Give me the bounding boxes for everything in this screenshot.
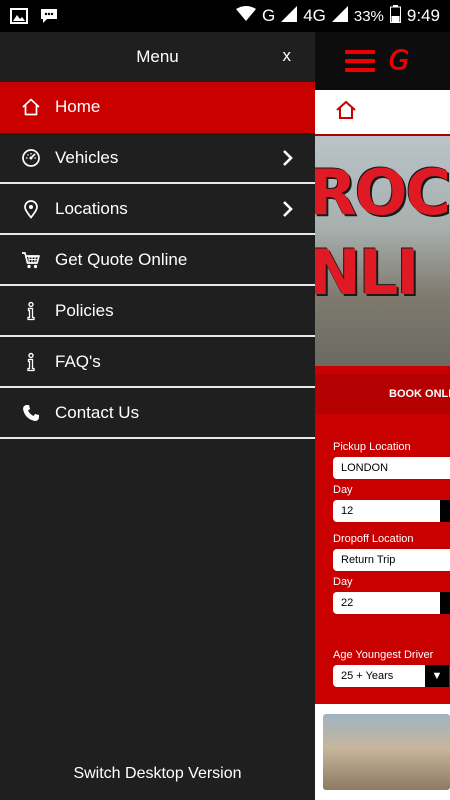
menu-item-label: FAQ's [55, 351, 101, 371]
battery-percent: 33% [353, 7, 384, 25]
hero-text-line1: ROC [315, 156, 450, 229]
menu-item-home[interactable]: Home [0, 82, 315, 133]
menu-item-get-quote[interactable]: Get Quote Online [0, 235, 315, 286]
speedometer-icon [20, 147, 42, 169]
phone-icon [20, 402, 42, 424]
book-online-button[interactable]: BOOK ONLIN [315, 374, 450, 414]
signal-icon-2 [331, 5, 348, 27]
menu-item-label: Vehicles [55, 147, 119, 167]
hero-text-line2: NLI [315, 236, 419, 309]
dropoff-day-field[interactable]: 22 [333, 592, 450, 614]
cart-icon [20, 249, 42, 271]
dropdown-arrow-icon[interactable]: ▼ [425, 665, 449, 687]
drawer-title: Menu [136, 47, 179, 66]
van-photo [323, 714, 450, 790]
hamburger-menu-icon[interactable] [345, 50, 375, 72]
menu-item-label: Policies [55, 300, 114, 320]
info-icon [20, 351, 42, 373]
promo-card [315, 704, 450, 800]
menu-item-label: Contact Us [55, 402, 140, 422]
image-notification-icon [10, 8, 28, 24]
age-driver-select[interactable]: 25 + Years [333, 665, 425, 687]
switch-desktop-version-link[interactable]: Switch Desktop Version [0, 765, 315, 783]
booking-form: Pickup Location LONDON Day 12 Dropoff Lo… [315, 414, 450, 687]
menu-item-label: Home [55, 96, 101, 116]
close-drawer-button[interactable]: x [283, 46, 292, 66]
app-header: 𝘎 [315, 32, 450, 90]
chat-notification-icon [40, 8, 58, 24]
menu-item-vehicles[interactable]: Vehicles [0, 133, 315, 184]
menu-item-policies[interactable]: Policies [0, 286, 315, 337]
location-pin-icon [20, 198, 42, 220]
wifi-icon [235, 5, 256, 27]
menu-item-faqs[interactable]: FAQ's [0, 337, 315, 388]
clock: 9:49 [406, 6, 440, 25]
pickup-location-field[interactable]: LONDON [333, 457, 450, 479]
chevron-right-icon [281, 148, 295, 168]
pickup-day-field[interactable]: 12 [333, 500, 450, 522]
dropoff-location-field[interactable]: Return Trip [333, 549, 450, 571]
brand-logo: 𝘎 [389, 46, 410, 75]
hero-banner: ROC NLI [315, 136, 450, 366]
battery-icon [389, 4, 401, 28]
chevron-right-icon [281, 199, 295, 219]
status-bar: G 4G 33% 9:49 [0, 0, 450, 32]
home-nav-icon[interactable] [335, 100, 357, 125]
drawer-menu: Home Vehicles Locations Get Quote Online… [0, 82, 315, 439]
network-type-label: G [261, 6, 276, 25]
pickup-location-label: Pickup Location [333, 441, 411, 453]
menu-item-locations[interactable]: Locations [0, 184, 315, 235]
app-nav-bar [315, 90, 450, 136]
background-page: 𝘎 ROC NLI BOOK ONLIN Pickup Location LON… [315, 32, 450, 800]
signal-icon [281, 5, 298, 27]
drawer-header: Menu x [0, 32, 315, 82]
info-icon [20, 300, 42, 322]
network-type-label-2: 4G [303, 6, 326, 25]
dropoff-day-label: Day [333, 576, 353, 588]
menu-item-label: Locations [55, 198, 128, 218]
home-icon [20, 96, 42, 118]
pickup-day-label: Day [333, 484, 353, 496]
navigation-drawer: Menu x Home Vehicles Locations Get Quote… [0, 32, 315, 800]
dropoff-location-label: Dropoff Location [333, 533, 414, 545]
menu-item-label: Get Quote Online [55, 249, 188, 269]
age-driver-label: Age Youngest Driver [333, 649, 434, 661]
menu-item-contact-us[interactable]: Contact Us [0, 388, 315, 439]
